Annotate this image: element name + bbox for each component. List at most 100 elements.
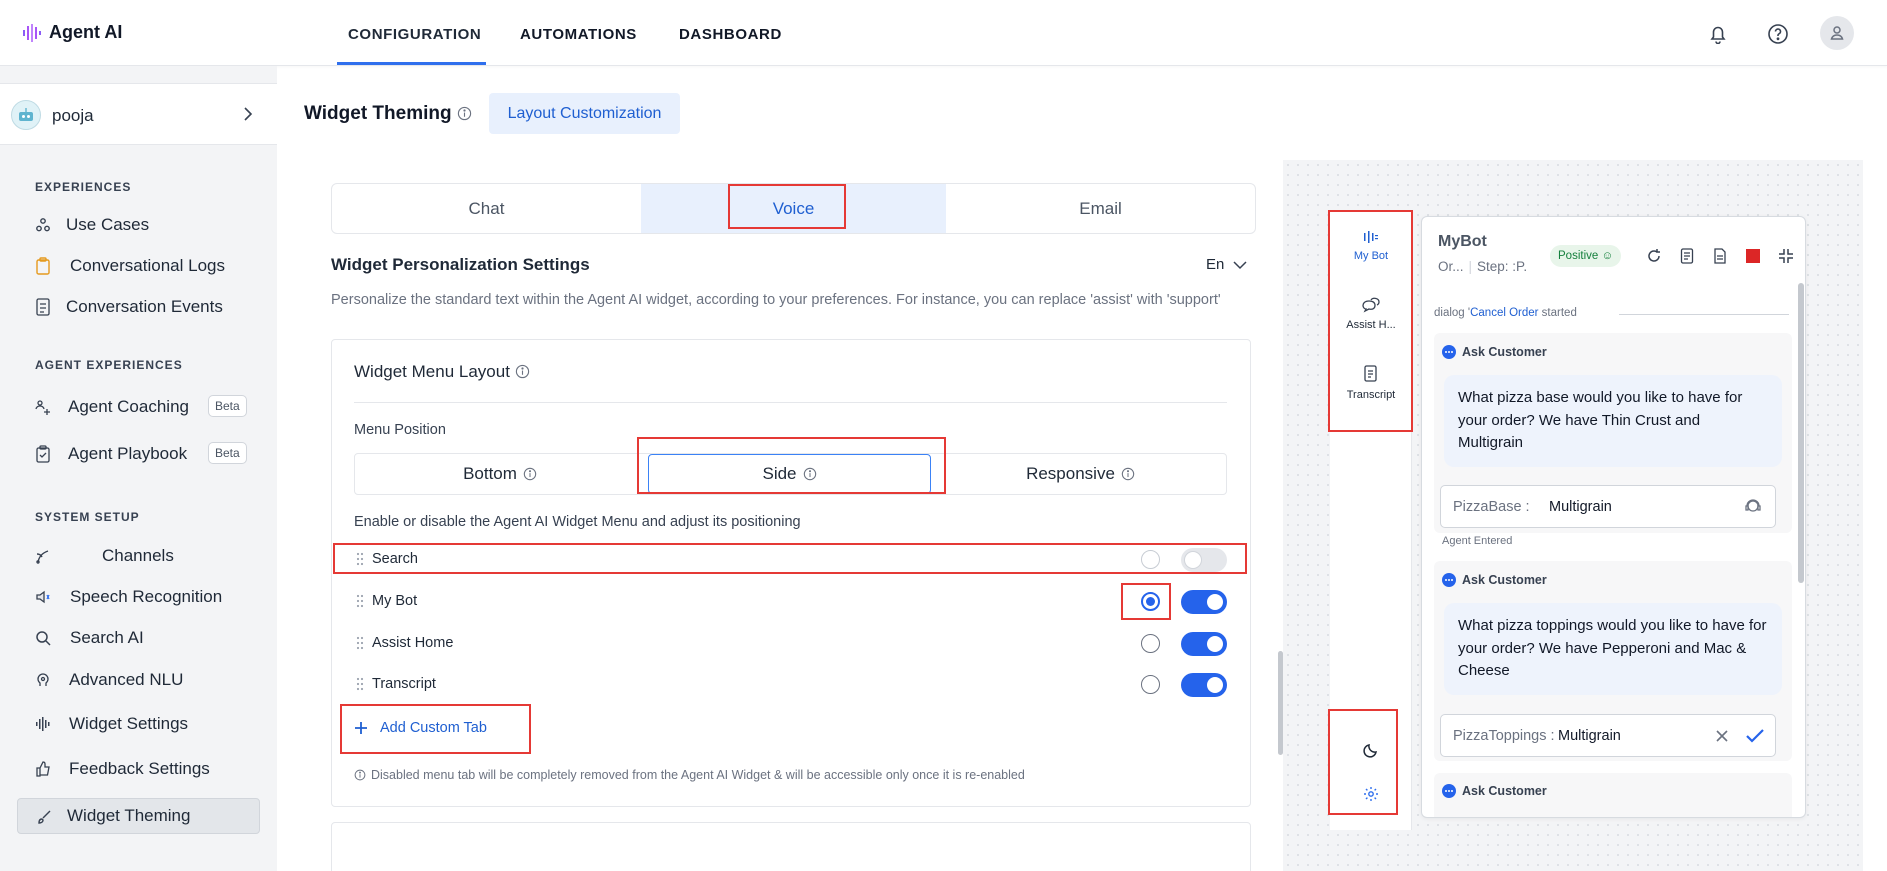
dialog-name[interactable]: Cancel Order (1470, 307, 1538, 319)
slot-field-pizzabase[interactable]: PizzaBase : Multigrain (1440, 485, 1776, 528)
playbook-icon (34, 445, 52, 463)
default-tab-radio[interactable] (1141, 550, 1160, 569)
nav-tab-configuration[interactable]: CONFIGURATION (348, 26, 481, 43)
slot-key-text: PizzaToppings (1453, 728, 1547, 744)
document-icon[interactable] (1711, 247, 1729, 265)
nav-tab-automations[interactable]: AUTOMATIONS (520, 26, 637, 43)
transcript-icon (1364, 365, 1377, 382)
widget-scrollbar[interactable] (1798, 283, 1804, 583)
stop-icon[interactable] (1744, 247, 1762, 265)
sidebar-item-agent-playbook[interactable]: Agent Playbook Beta (17, 436, 260, 472)
enable-toggle[interactable] (1181, 673, 1227, 697)
channels-icon (34, 547, 52, 565)
sidebar-item-channels[interactable]: Channels (17, 538, 260, 574)
minimize-icon[interactable] (1777, 247, 1795, 265)
info-icon (1121, 467, 1135, 481)
enable-toggle[interactable] (1181, 632, 1227, 656)
default-tab-radio[interactable] (1141, 592, 1160, 611)
rail-item-label: My Bot (1353, 250, 1389, 262)
coaching-icon (34, 398, 52, 416)
drag-handle-icon[interactable] (356, 594, 364, 608)
rail-item-my-bot[interactable]: My Bot (1330, 230, 1412, 262)
sidebar-item-conversation-events[interactable]: Conversation Events (17, 289, 260, 325)
bot-avatar (11, 100, 41, 130)
chat-bubbles-icon (1362, 297, 1380, 313)
sidebar: pooja EXPERIENCES Use Cases Conversation… (0, 66, 277, 871)
default-tab-radio[interactable] (1141, 634, 1160, 653)
sidebar-item-speech-recognition[interactable]: Speech Recognition (17, 579, 260, 615)
drag-handle-icon[interactable] (356, 677, 364, 691)
user-avatar[interactable] (1820, 16, 1854, 50)
info-icon (523, 467, 537, 481)
sidebar-item-agent-coaching[interactable]: Agent Coaching Beta (17, 389, 260, 425)
rail-item-transcript[interactable]: Transcript (1330, 365, 1412, 401)
ask-customer-header: Ask Customer (1442, 784, 1547, 798)
moon-icon (1363, 744, 1377, 758)
position-responsive[interactable]: Responsive (935, 454, 1226, 494)
tab-email[interactable]: Email (946, 184, 1255, 233)
dialog-suffix: started (1538, 307, 1577, 319)
widget-bot-name: MyBot (1438, 233, 1487, 250)
sidebar-item-widget-theming[interactable]: Widget Theming (17, 798, 260, 834)
tab-voice[interactable]: Voice (641, 184, 946, 233)
dark-mode-toggle[interactable] (1330, 741, 1412, 759)
enable-toggle[interactable] (1181, 548, 1227, 572)
enable-menu-description: Enable or disable the Agent AI Widget Me… (354, 514, 801, 530)
drag-handle-icon[interactable] (356, 552, 364, 566)
position-bottom[interactable]: Bottom (355, 454, 645, 494)
sidebar-item-advanced-nlu[interactable]: Advanced NLU (17, 662, 260, 698)
widget-preview-window: MyBot Or... | Step: :P. Positive ☺ dialog … (1421, 216, 1806, 818)
slot-field-pizzatoppings[interactable]: PizzaToppings : Multigrain (1440, 714, 1776, 757)
rail-item-assist-home[interactable]: Assist H... (1330, 297, 1412, 331)
position-side[interactable]: Side (648, 454, 931, 494)
language-value: En (1206, 256, 1225, 273)
sentiment-label: Positive (1558, 250, 1599, 262)
chat-icon (1442, 784, 1456, 798)
ask-customer-label: Ask Customer (1462, 345, 1547, 359)
widget-step: Step: :P. (1477, 259, 1528, 274)
position-label: Bottom (463, 464, 517, 483)
sidebar-item-label: Speech Recognition (70, 587, 223, 606)
ask-customer-label: Ask Customer (1462, 784, 1547, 798)
refresh-icon[interactable] (1645, 247, 1663, 265)
sidebar-item-label: Agent Playbook (68, 444, 188, 463)
sidebar-item-search-ai[interactable]: Search AI (17, 620, 260, 656)
plus-icon (355, 722, 367, 734)
section-title-system-setup: SYSTEM SETUP (35, 510, 140, 524)
notes-icon[interactable] (1678, 247, 1696, 265)
smiley-icon: ☺ (1601, 250, 1614, 262)
events-icon (34, 298, 52, 316)
add-custom-tab-button[interactable]: Add Custom Tab (354, 720, 487, 736)
help-icon[interactable] (1763, 19, 1793, 49)
sentiment-badge: Positive ☺ (1550, 245, 1622, 267)
tab-layout-customization[interactable]: Layout Customization (489, 93, 680, 134)
slot-key: PizzaToppings : (1453, 728, 1555, 744)
tab-chat[interactable]: Chat (332, 184, 641, 233)
info-icon[interactable] (515, 364, 530, 379)
bell-icon[interactable] (1703, 19, 1733, 49)
info-icon (354, 769, 366, 781)
close-icon[interactable] (1715, 729, 1729, 743)
app-logo[interactable]: Agent AI (22, 22, 122, 43)
menu-row-my-bot: My Bot (354, 587, 1227, 617)
enable-toggle[interactable] (1181, 590, 1227, 614)
sidebar-item-feedback-settings[interactable]: Feedback Settings (17, 751, 260, 787)
drag-handle-icon[interactable] (356, 636, 364, 650)
info-icon[interactable] (457, 106, 472, 121)
sidebar-item-widget-settings[interactable]: Widget Settings (17, 706, 260, 742)
ask-customer-block: Ask Customer (1434, 773, 1792, 817)
check-icon[interactable] (1745, 727, 1765, 745)
language-dropdown[interactable]: En (1206, 256, 1248, 273)
gear-icon (1364, 787, 1378, 801)
sidebar-item-use-cases[interactable]: Use Cases (17, 207, 260, 243)
rail-item-label: Assist H... (1346, 319, 1396, 331)
nav-tab-dashboard[interactable]: DASHBOARD (679, 26, 782, 43)
agent-entered-label: Agent Entered (1442, 535, 1513, 547)
widget-settings-button[interactable] (1330, 786, 1412, 802)
sidebar-item-label: Conversational Logs (70, 256, 225, 275)
workspace-selector[interactable]: pooja (0, 83, 277, 145)
top-navigation-bar: Agent AI CONFIGURATION AUTOMATIONS DASHB… (0, 0, 1887, 66)
default-tab-radio[interactable] (1141, 675, 1160, 694)
brain-icon (34, 671, 52, 689)
sidebar-item-conversational-logs[interactable]: Conversational Logs (17, 248, 260, 284)
